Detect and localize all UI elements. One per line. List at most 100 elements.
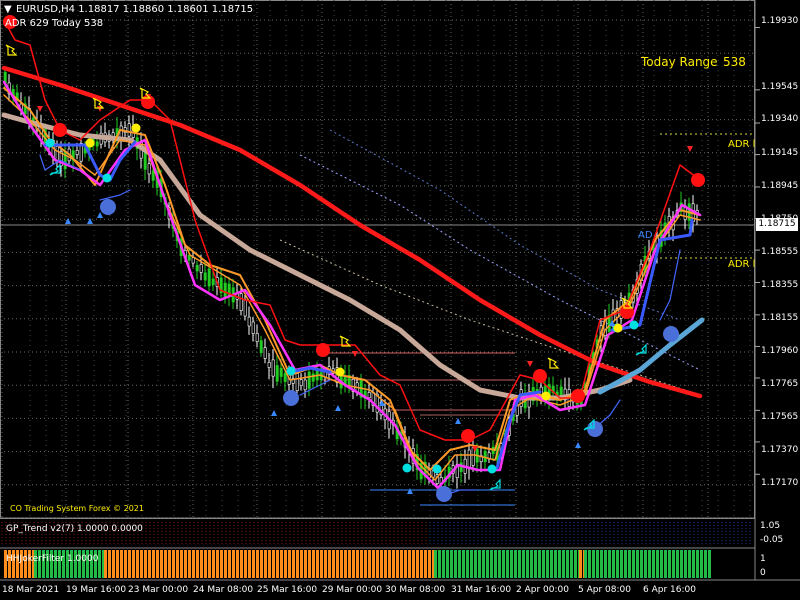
joker-filter-bar: [368, 550, 371, 578]
candle-body: [223, 282, 227, 298]
price-tick: 1.19930: [761, 16, 799, 26]
candle-body: [127, 123, 131, 137]
joker-filter-bar: [288, 550, 291, 578]
joker-filter-bar: [244, 550, 247, 578]
yellow-diag-arrow-icon: [5, 44, 18, 56]
joker-filter-bar: [360, 550, 363, 578]
joker-filter-bar: [192, 550, 195, 578]
joker-filter-bar: [280, 550, 283, 578]
joker-filter-bar: [514, 550, 517, 578]
joker-filter-bar: [700, 550, 703, 578]
joker-filter-bar: [708, 550, 711, 578]
joker-filter-bar: [184, 550, 187, 578]
joker-filter-bar: [538, 550, 541, 578]
candle-body: [247, 316, 251, 327]
candle-body: [275, 365, 279, 382]
gp-trend-axis-low: -0.05: [760, 535, 784, 545]
up-arrow-icon: [271, 410, 277, 416]
joker-filter-bar: [200, 550, 203, 578]
joker-filter-bar: [324, 550, 327, 578]
time-tick: 25 Mar 16:00: [257, 585, 318, 595]
candle-body: [199, 264, 203, 273]
joker-filter-bar: [542, 550, 545, 578]
joker-filter-bar: [518, 550, 521, 578]
joker-filter-bar: [632, 550, 635, 578]
today-range-value: 538: [723, 55, 746, 69]
joker-filter-bar: [224, 550, 227, 578]
joker-filter-bar: [308, 550, 311, 578]
candle-body: [147, 163, 151, 175]
joker-filter-bar: [570, 550, 573, 578]
candle-body: [307, 371, 311, 389]
red-signal-dot: [533, 369, 547, 383]
joker-filter-bar: [344, 550, 347, 578]
joker-filter-bar: [672, 550, 675, 578]
joker-filter-bar: [312, 550, 315, 578]
blue-pivot-dot: [436, 486, 452, 502]
joker-filter-bar: [132, 550, 135, 578]
gp-trend-title: GP_Trend v2(7) 1.0000 0.0000: [6, 524, 143, 534]
joker-filter-bar: [534, 550, 537, 578]
gp-trend-axis-high: 1.05: [760, 521, 781, 531]
time-tick: 30 Mar 08:00: [385, 585, 446, 595]
up-arrow-icon: [97, 212, 103, 218]
last-price-tag: 1.18715: [756, 218, 798, 231]
joker-filter-bar: [172, 550, 175, 578]
joker-filter-bar: [454, 550, 457, 578]
joker-axis-low: 0: [760, 568, 766, 578]
joker-filter-bar: [332, 550, 335, 578]
joker-filter-bar: [612, 550, 615, 578]
joker-filter-bar: [348, 550, 351, 578]
joker-filter-bar: [526, 550, 529, 578]
joker-filter-bar: [340, 550, 343, 578]
time-tick: 2 Apr 00:00: [516, 585, 569, 595]
joker-filter-bar: [494, 550, 497, 578]
up-arrow-icon: [575, 442, 581, 448]
joker-filter-bar: [466, 550, 469, 578]
menu-triangle-icon[interactable]: ▼: [4, 4, 12, 15]
down-arrow-icon: [527, 361, 533, 367]
price-tick: 1.18555: [761, 247, 799, 257]
joker-filter-bar: [248, 550, 251, 578]
joker-filter-bar: [688, 550, 691, 578]
joker-filter-bar: [208, 550, 211, 578]
joker-filter-bar: [156, 550, 159, 578]
joker-filter-bar: [628, 550, 631, 578]
joker-filter-bar: [272, 550, 275, 578]
joker-filter-bar: [660, 550, 663, 578]
chart-window[interactable]: ▼ EURUSD,H4 1.18817 1.18860 1.18601 1.18…: [0, 0, 800, 600]
joker-filter-bar: [502, 550, 505, 578]
joker-filter-bar: [566, 550, 569, 578]
joker-filter-bar: [264, 550, 267, 578]
joker-filter-bar: [648, 550, 651, 578]
price-tick: 1.17960: [761, 346, 799, 356]
cyan-signal-dot: [402, 463, 412, 473]
candle-body: [267, 362, 271, 368]
joker-filter-bar: [428, 550, 431, 578]
yellow-signal-dot: [85, 138, 95, 148]
candle-body: [259, 340, 263, 354]
blue-pivot-dot: [663, 326, 679, 342]
joker-filter-bar: [256, 550, 259, 578]
cyan-signal-dot: [629, 320, 639, 330]
joker-filter-bar: [376, 550, 379, 578]
joker-filter-bar: [152, 550, 155, 578]
joker-axis-high: 1: [760, 554, 766, 564]
candle-body: [95, 141, 99, 147]
joker-filter-bar: [486, 550, 489, 578]
joker-filter-bar: [112, 550, 115, 578]
down-arrow-icon: [352, 351, 358, 357]
yellow-signal-dot: [541, 391, 551, 401]
cyan-signal-dot: [45, 138, 55, 148]
joker-filter-bar: [352, 550, 355, 578]
time-tick: 23 Mar 00:00: [128, 585, 189, 595]
joker-filter-bar: [260, 550, 263, 578]
candle-body: [211, 278, 215, 286]
joker-filter-bar: [140, 550, 143, 578]
joker-filter-bar: [704, 550, 707, 578]
cyan-diag-arrow-icon: [489, 478, 501, 491]
joker-filter-bar: [608, 550, 611, 578]
joker-filter-bar: [120, 550, 123, 578]
joker-filter-bar: [228, 550, 231, 578]
joker-filter-bar: [624, 550, 627, 578]
